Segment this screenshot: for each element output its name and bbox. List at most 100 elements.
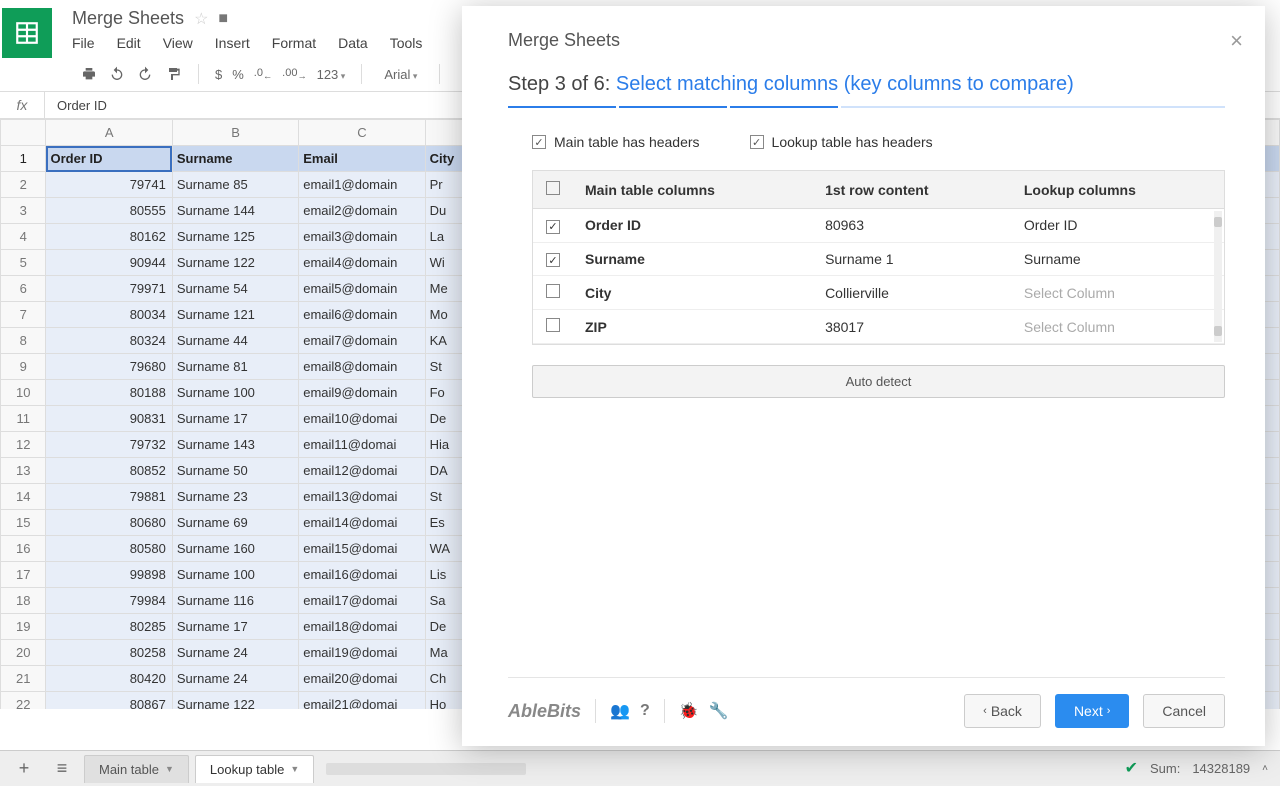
cell[interactable]: Surname 81	[172, 354, 298, 380]
cell[interactable]: 80324	[46, 328, 172, 354]
sheet-tab-main[interactable]: Main table▼	[84, 755, 189, 783]
lookup-column-select[interactable]: Select Column	[1012, 276, 1224, 310]
horizontal-scrollbar[interactable]	[326, 763, 526, 775]
back-button[interactable]: ‹Back	[964, 694, 1041, 728]
cell[interactable]: 90944	[46, 250, 172, 276]
next-button[interactable]: Next›	[1055, 694, 1129, 728]
cell[interactable]: email15@domai	[299, 536, 425, 562]
chevron-up-icon[interactable]: ˄	[1262, 763, 1268, 774]
number-format-dropdown[interactable]: 123	[317, 67, 346, 82]
row-header[interactable]: 12	[1, 432, 46, 458]
cell[interactable]: 80420	[46, 666, 172, 692]
row-header[interactable]: 16	[1, 536, 46, 562]
row-header[interactable]: 6	[1, 276, 46, 302]
cell[interactable]: 99898	[46, 562, 172, 588]
cell[interactable]: Surname 69	[172, 510, 298, 536]
cell[interactable]: 80188	[46, 380, 172, 406]
folder-icon[interactable]: ■	[218, 10, 228, 28]
row-header[interactable]: 1	[1, 146, 46, 172]
row-header[interactable]: 22	[1, 692, 46, 710]
cell[interactable]: email21@domai	[299, 692, 425, 710]
percent-format[interactable]: %	[232, 67, 244, 82]
menu-format[interactable]: Format	[272, 35, 316, 51]
currency-format[interactable]: $	[215, 67, 222, 82]
col-header-C[interactable]: C	[299, 120, 425, 146]
cell[interactable]: 80867	[46, 692, 172, 710]
cell[interactable]: Surname 23	[172, 484, 298, 510]
row-header[interactable]: 10	[1, 380, 46, 406]
cell[interactable]: Surname 17	[172, 406, 298, 432]
row-header[interactable]: 8	[1, 328, 46, 354]
row-header[interactable]: 19	[1, 614, 46, 640]
row-header[interactable]: 7	[1, 302, 46, 328]
cell[interactable]: Surname 24	[172, 640, 298, 666]
people-icon[interactable]: 👥	[610, 701, 630, 721]
row-header[interactable]: 20	[1, 640, 46, 666]
cell[interactable]: email17@domai	[299, 588, 425, 614]
cell[interactable]: 80680	[46, 510, 172, 536]
row-header[interactable]: 13	[1, 458, 46, 484]
row-header[interactable]: 18	[1, 588, 46, 614]
cell[interactable]: Surname 24	[172, 666, 298, 692]
cell[interactable]: email10@domai	[299, 406, 425, 432]
row-header[interactable]: 3	[1, 198, 46, 224]
checkbox-lookup-headers[interactable]: ✓Lookup table has headers	[750, 134, 933, 150]
help-icon[interactable]: ?	[640, 702, 650, 720]
menu-data[interactable]: Data	[338, 35, 368, 51]
undo-icon[interactable]	[108, 65, 126, 83]
row-header[interactable]: 4	[1, 224, 46, 250]
cell[interactable]: Surname 160	[172, 536, 298, 562]
row-header[interactable]: 17	[1, 562, 46, 588]
cell[interactable]: 80285	[46, 614, 172, 640]
cell[interactable]: Surname 144	[172, 198, 298, 224]
lookup-column-select[interactable]: Select Column	[1012, 310, 1224, 344]
add-sheet-button[interactable]: +	[8, 755, 40, 783]
sheet-tab-lookup[interactable]: Lookup table▼	[195, 755, 314, 783]
cell[interactable]: email19@domai	[299, 640, 425, 666]
select-all-checkbox[interactable]	[546, 181, 560, 195]
print-icon[interactable]	[80, 65, 98, 83]
row-header[interactable]: 5	[1, 250, 46, 276]
star-icon[interactable]: ☆	[194, 9, 208, 29]
cell[interactable]: 80555	[46, 198, 172, 224]
cell[interactable]: email12@domai	[299, 458, 425, 484]
menu-view[interactable]: View	[163, 35, 193, 51]
cell[interactable]: Surname 122	[172, 250, 298, 276]
row-checkbox[interactable]	[546, 284, 560, 298]
cell[interactable]: email9@domain	[299, 380, 425, 406]
row-checkbox[interactable]: ✓	[546, 220, 560, 234]
cell[interactable]: 80258	[46, 640, 172, 666]
cell[interactable]: 79971	[46, 276, 172, 302]
cell[interactable]: Surname 100	[172, 380, 298, 406]
cell[interactable]: 79680	[46, 354, 172, 380]
cell[interactable]: email20@domai	[299, 666, 425, 692]
doc-title[interactable]: Merge Sheets	[72, 8, 184, 29]
row-header[interactable]: 14	[1, 484, 46, 510]
checkbox-main-headers[interactable]: ✓Main table has headers	[532, 134, 700, 150]
cell[interactable]: Surname 116	[172, 588, 298, 614]
cell[interactable]: Surname 44	[172, 328, 298, 354]
cell[interactable]: 79984	[46, 588, 172, 614]
cell[interactable]: email11@domai	[299, 432, 425, 458]
cell[interactable]: email18@domai	[299, 614, 425, 640]
cell[interactable]: email13@domai	[299, 484, 425, 510]
cell[interactable]: Surname 17	[172, 614, 298, 640]
font-dropdown[interactable]: Arial	[378, 67, 423, 82]
cell[interactable]: Surname 122	[172, 692, 298, 710]
sheets-logo[interactable]	[2, 8, 52, 58]
cell[interactable]: 80162	[46, 224, 172, 250]
cell[interactable]: Surname 50	[172, 458, 298, 484]
bug-icon[interactable]: 🐞	[679, 701, 699, 721]
cell[interactable]: 79732	[46, 432, 172, 458]
cell[interactable]: Surname 85	[172, 172, 298, 198]
all-sheets-button[interactable]: ≡	[46, 755, 78, 783]
cell[interactable]: Surname 143	[172, 432, 298, 458]
cell[interactable]: email3@domain	[299, 224, 425, 250]
cell[interactable]: email5@domain	[299, 276, 425, 302]
increase-decimal[interactable]: .00→	[282, 67, 306, 81]
cell[interactable]: email7@domain	[299, 328, 425, 354]
cell[interactable]: Surname	[172, 146, 298, 172]
auto-detect-button[interactable]: Auto detect	[532, 365, 1225, 398]
lookup-column-select[interactable]: Surname	[1012, 242, 1224, 276]
menu-edit[interactable]: Edit	[117, 35, 141, 51]
